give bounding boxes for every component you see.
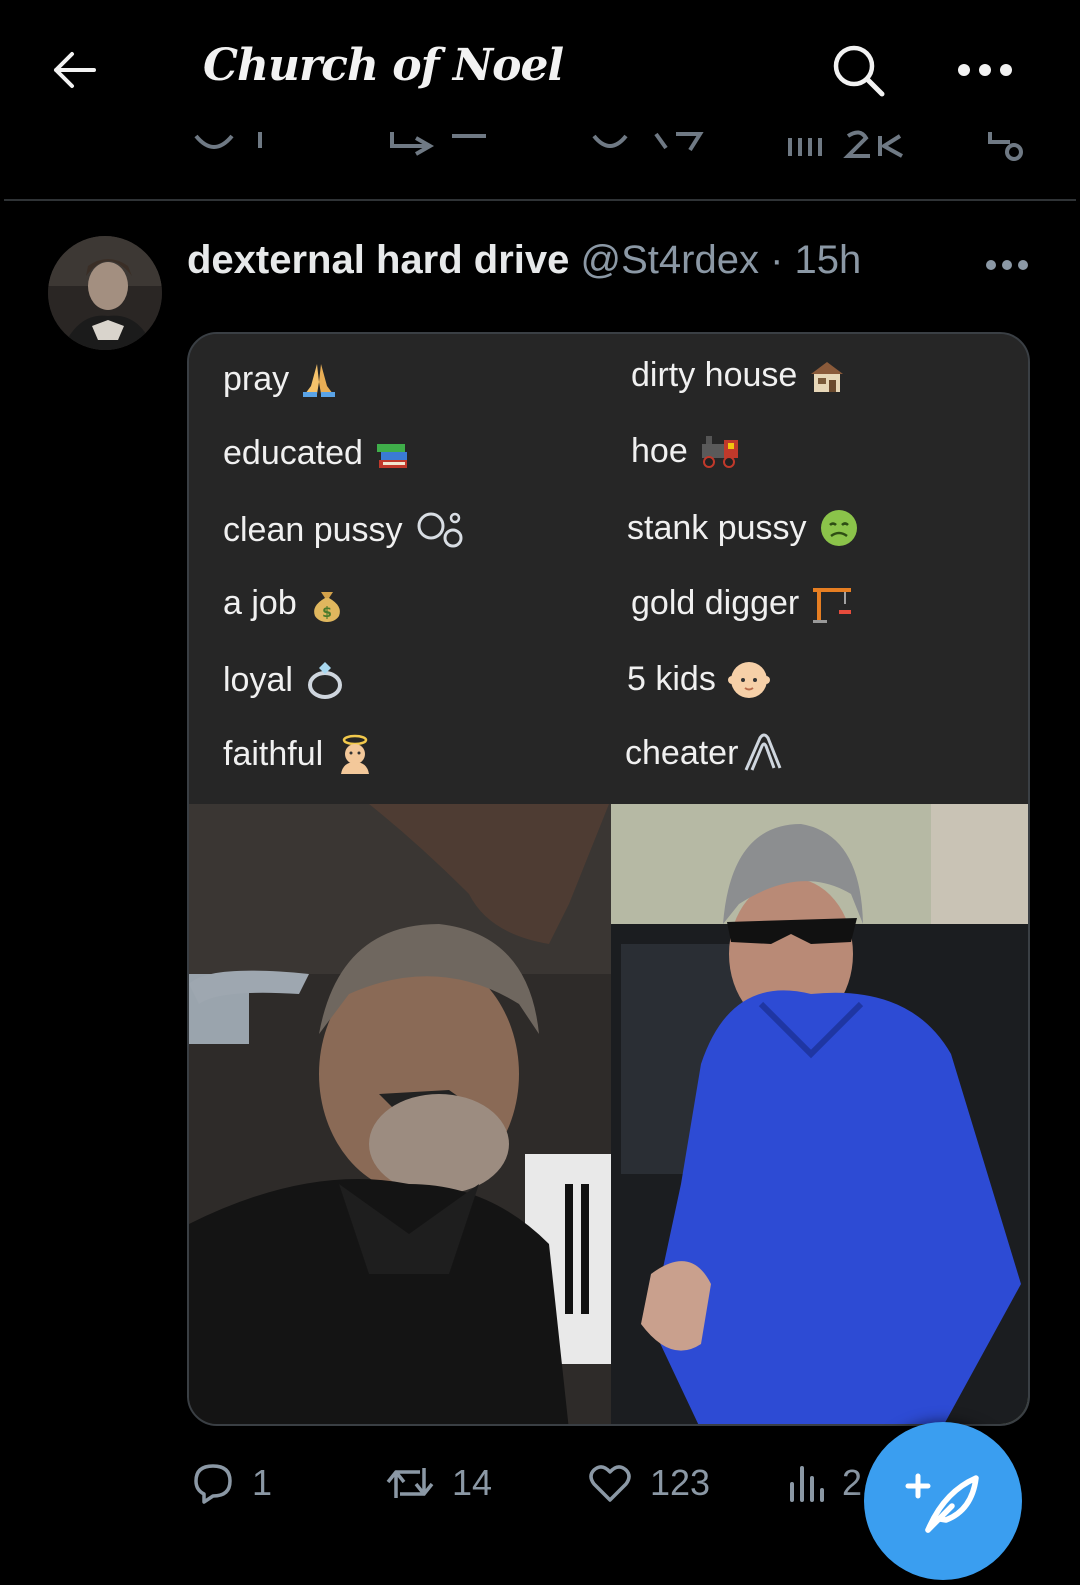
heart-icon bbox=[589, 1465, 631, 1502]
tweet-author[interactable]: dexternal hard drive @St4rdex · 15h bbox=[187, 238, 861, 283]
tweet-media[interactable]: pray educated clean pussy a job $ loyal … bbox=[187, 332, 1030, 1426]
list-item-label: dirty house bbox=[631, 356, 798, 394]
list-item: clean pussy bbox=[223, 510, 467, 550]
views-icon bbox=[790, 1466, 824, 1502]
compose-feather-icon bbox=[905, 1473, 979, 1533]
list-item: faithful bbox=[223, 734, 375, 774]
photo-man-blue-jacket bbox=[611, 804, 1028, 1424]
svg-text:$: $ bbox=[322, 605, 332, 621]
tweet-more-icon[interactable] bbox=[982, 256, 1032, 274]
list-item: a job $ bbox=[223, 584, 345, 623]
back-arrow-icon[interactable] bbox=[48, 44, 100, 96]
list-item-label: stank pussy bbox=[627, 508, 807, 547]
crane-icon bbox=[813, 588, 852, 623]
top-bar: Church of Noel bbox=[0, 0, 1080, 200]
books-icon bbox=[376, 443, 407, 468]
derelict-house-icon bbox=[811, 361, 844, 392]
list-item: cheater bbox=[625, 732, 786, 774]
nauseated-face-icon bbox=[820, 510, 857, 546]
display-name[interactable]: dexternal hard drive bbox=[187, 238, 569, 282]
angel-icon bbox=[341, 734, 370, 774]
list-item: stank pussy bbox=[627, 508, 859, 548]
divider bbox=[4, 199, 1076, 201]
list-item: dirty house bbox=[631, 356, 845, 395]
list-item-label: pray bbox=[223, 360, 290, 398]
baby-icon bbox=[727, 662, 770, 698]
list-item-label: 5 kids bbox=[627, 659, 716, 698]
list-item: pray bbox=[223, 360, 337, 399]
list-item-label: faithful bbox=[223, 734, 324, 773]
previous-tweet-actions bbox=[194, 130, 1023, 161]
list-item-label: hoe bbox=[631, 432, 688, 470]
list-item: 5 kids bbox=[627, 658, 770, 700]
paperclips-icon bbox=[745, 733, 782, 771]
avatar[interactable] bbox=[48, 236, 162, 350]
ring-icon bbox=[307, 662, 342, 699]
retweet-button[interactable]: 14 bbox=[384, 1460, 492, 1506]
list-item: hoe bbox=[631, 432, 740, 471]
photo-collage[interactable] bbox=[189, 804, 1028, 1424]
like-button[interactable]: 123 bbox=[586, 1460, 710, 1506]
list-item-label: a job bbox=[223, 584, 297, 622]
praying-hands-icon bbox=[303, 363, 336, 397]
list-item-label: educated bbox=[223, 434, 363, 472]
list-item: loyal bbox=[223, 660, 345, 700]
reply-button[interactable]: 1 bbox=[190, 1460, 272, 1506]
reply-icon bbox=[194, 1464, 232, 1504]
retweet-count: 14 bbox=[452, 1462, 493, 1503]
avatar-photo bbox=[48, 236, 162, 350]
retweet-icon bbox=[386, 1468, 434, 1498]
list-item-label: cheater bbox=[625, 733, 739, 772]
view-count: 2 bbox=[842, 1462, 863, 1503]
comparison-list: pray educated clean pussy a job $ loyal … bbox=[189, 334, 1028, 804]
locomotive-icon bbox=[701, 435, 738, 468]
views-button[interactable]: 2 bbox=[786, 1460, 862, 1506]
money-bag-icon: $ bbox=[313, 591, 340, 622]
more-options-icon[interactable] bbox=[950, 58, 1020, 82]
page-title: Church of Noel bbox=[203, 40, 564, 91]
search-icon[interactable] bbox=[828, 40, 890, 102]
list-item: gold digger bbox=[631, 582, 853, 624]
list-item: educated bbox=[223, 434, 411, 473]
list-item-label: clean pussy bbox=[223, 510, 403, 549]
reply-count: 1 bbox=[252, 1462, 273, 1503]
compose-tweet-button[interactable] bbox=[864, 1422, 1022, 1580]
list-item-label: loyal bbox=[223, 660, 293, 699]
photo-man-black-shirt bbox=[189, 804, 611, 1424]
bubbles-icon bbox=[417, 512, 463, 548]
handle-and-time: @St4rdex · 15h bbox=[580, 238, 862, 282]
list-item-label: gold digger bbox=[631, 583, 800, 622]
like-count: 123 bbox=[650, 1462, 711, 1503]
